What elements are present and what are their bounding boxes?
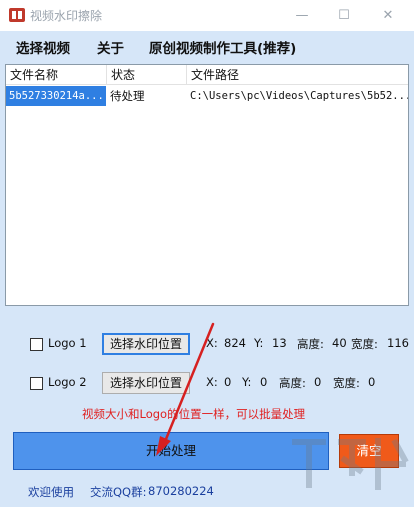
logo-1-width-value: 116 bbox=[387, 336, 409, 350]
column-header-path[interactable]: 文件路径 bbox=[187, 65, 408, 85]
logo-2-row: Logo 2 选择水印位置 X: 0 Y: 0 高度: 0 宽度: 0 bbox=[0, 372, 414, 396]
menu-about[interactable]: 关于 bbox=[97, 37, 124, 57]
menu-original-tool[interactable]: 原创视频制作工具(推荐) bbox=[149, 37, 296, 57]
cell-status: 待处理 bbox=[110, 89, 145, 103]
file-table[interactable]: 文件名称 状态 文件路径 5b527330214a... 待处理 C:\User… bbox=[5, 64, 409, 306]
batch-hint-text: 视频大小和Logo的位置一样，可以批量处理 bbox=[82, 407, 306, 421]
site-watermark bbox=[292, 438, 409, 490]
cell-file-path: C:\Users\pc\Videos\Captures\5b52... bbox=[190, 90, 408, 102]
logo-2-x-label: X: bbox=[206, 375, 218, 389]
menu-bar: 选择视频 关于 原创视频制作工具(推荐) bbox=[0, 31, 414, 61]
app-logo-icon bbox=[9, 8, 25, 22]
logo-2-y-label: Y: bbox=[242, 375, 252, 389]
qq-group-label: 交流QQ群: bbox=[90, 485, 147, 499]
logo-1-y-label: Y: bbox=[254, 336, 264, 350]
logo-1-height-value: 40 bbox=[332, 336, 347, 350]
logo-2-height-value: 0 bbox=[314, 375, 322, 389]
minimize-button[interactable]: — bbox=[280, 2, 324, 28]
logo-1-checkbox[interactable] bbox=[30, 338, 43, 351]
minimize-icon: — bbox=[295, 7, 309, 23]
logo-2-x-value: 0 bbox=[224, 375, 232, 389]
logo-2-height-label: 高度: bbox=[279, 376, 306, 390]
logo-2-checkbox[interactable] bbox=[30, 377, 43, 390]
logo-2-select-position-button[interactable]: 选择水印位置 bbox=[102, 372, 190, 394]
start-processing-button[interactable]: 开始处理 bbox=[13, 432, 329, 470]
logo-2-y-value: 0 bbox=[260, 375, 268, 389]
logo-1-x-label: X: bbox=[206, 336, 218, 350]
logo-1-width-label: 宽度: bbox=[351, 337, 378, 351]
maximize-button[interactable]: ☐ bbox=[322, 2, 366, 28]
welcome-text: 欢迎使用 bbox=[28, 485, 74, 499]
logo-1-y-value: 13 bbox=[272, 336, 287, 350]
logo-1-label: Logo 1 bbox=[48, 336, 87, 350]
window-title: 视频水印擦除 bbox=[30, 9, 103, 23]
column-header-status[interactable]: 状态 bbox=[107, 65, 187, 85]
logo-2-width-label: 宽度: bbox=[333, 376, 360, 390]
logo-2-label: Logo 2 bbox=[48, 375, 87, 389]
table-header: 文件名称 状态 文件路径 bbox=[6, 65, 408, 85]
title-bar: 视频水印擦除 — ☐ ✕ bbox=[0, 0, 414, 31]
column-header-name[interactable]: 文件名称 bbox=[6, 65, 107, 85]
logo-1-height-label: 高度: bbox=[297, 337, 324, 351]
logo-1-select-position-button[interactable]: 选择水印位置 bbox=[102, 333, 190, 355]
close-button[interactable]: ✕ bbox=[366, 2, 410, 28]
logo-2-width-value: 0 bbox=[368, 375, 376, 389]
logo-1-row: Logo 1 选择水印位置 X: 824 Y: 13 高度: 40 宽度: 11… bbox=[0, 333, 414, 357]
qq-group-number: 870280224 bbox=[148, 484, 214, 498]
table-row[interactable]: 5b527330214a... 待处理 C:\Users\pc\Videos\C… bbox=[6, 86, 408, 106]
close-icon: ✕ bbox=[382, 7, 394, 23]
app-window: 视频水印擦除 — ☐ ✕ 选择视频 关于 原创视频制作工具(推荐) 文件名称 状… bbox=[0, 0, 414, 507]
cell-file-name: 5b527330214a... bbox=[6, 86, 106, 106]
menu-select-video[interactable]: 选择视频 bbox=[16, 37, 70, 57]
maximize-icon: ☐ bbox=[338, 7, 350, 23]
logo-1-x-value: 824 bbox=[224, 336, 246, 350]
